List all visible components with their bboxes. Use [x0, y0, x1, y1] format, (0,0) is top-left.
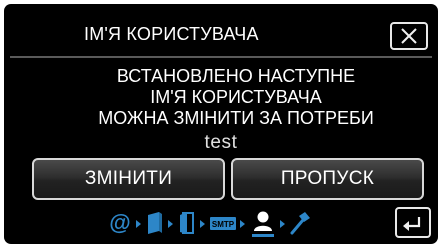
- message-line: ВСТАНОВЛЕНО НАСТУПНЕ: [116, 66, 356, 86]
- dialog-title: ІМ'Я КОРИСТУВАЧА: [84, 24, 259, 44]
- username-value: test: [204, 132, 238, 153]
- setup-steps-indicator: @ SMTP: [4, 209, 438, 241]
- message-line: МОЖНА ЗМІНИТИ ЗА ПОТРЕБИ: [98, 108, 374, 128]
- close-button[interactable]: [390, 22, 428, 50]
- chevron-right-icon: [200, 220, 205, 228]
- book-icon: [148, 212, 162, 234]
- skip-button[interactable]: ПРОПУСК: [231, 158, 424, 200]
- smtp-icon: SMTP: [210, 217, 236, 230]
- dialog-screen: ІМ'Я КОРИСТУВАЧА ВСТАНОВЛЕНО НАСТУПНЕ ІМ…: [4, 4, 438, 244]
- message-line: ІМ'Я КОРИСТУВАЧА: [150, 87, 322, 107]
- door-icon: [180, 212, 194, 234]
- dialog-message: ВСТАНОВЛЕНО НАСТУПНЕ ІМ'Я КОРИСТУВАЧА МО…: [94, 66, 378, 129]
- chevron-right-icon: [136, 220, 141, 228]
- chevron-right-icon: [168, 220, 173, 228]
- return-arrow-icon: [403, 217, 421, 231]
- chevron-right-icon: [280, 220, 285, 228]
- close-icon: [401, 28, 417, 44]
- back-button[interactable]: [395, 207, 431, 238]
- hammer-icon: [290, 212, 310, 235]
- chevron-right-icon: [240, 220, 245, 228]
- user-icon: [252, 211, 274, 237]
- svg-text:SMTP: SMTP: [212, 220, 235, 229]
- change-button[interactable]: ЗМІНИТИ: [32, 158, 225, 200]
- svg-text:@: @: [109, 210, 130, 235]
- at-sign-icon: @: [109, 210, 130, 235]
- title-divider: [10, 56, 432, 58]
